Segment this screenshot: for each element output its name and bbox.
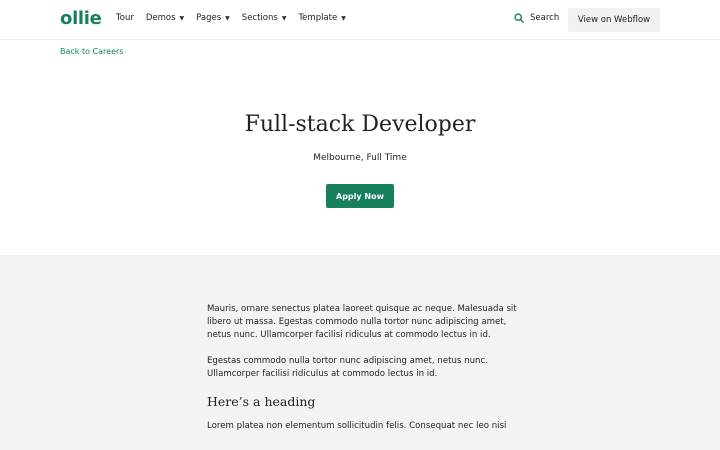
site-header: ollie Tour Demos ▼ Pages ▼ Sections ▼ Te… bbox=[0, 0, 720, 40]
section-heading: Here’s a heading bbox=[207, 394, 316, 409]
caret-down-icon: ▼ bbox=[281, 14, 287, 22]
job-description-section: Mauris, ornare senectus platea laoreet q… bbox=[0, 255, 720, 450]
job-description: Mauris, ornare senectus platea laoreet q… bbox=[207, 303, 517, 446]
apply-now-button[interactable]: Apply Now bbox=[326, 184, 394, 208]
nav-item-sections[interactable]: Sections ▼ bbox=[242, 13, 287, 23]
paragraph: Egestas commodo nulla tortor nunc adipis… bbox=[207, 356, 488, 379]
nav-item-tour[interactable]: Tour bbox=[116, 13, 134, 23]
caret-down-icon: ▼ bbox=[225, 14, 230, 22]
search-button[interactable]: Search bbox=[514, 13, 559, 23]
search-icon bbox=[514, 13, 524, 23]
nav-item-label: Template bbox=[298, 13, 338, 23]
main-nav: Tour Demos ▼ Pages ▼ Sections ▼ Template… bbox=[116, 13, 358, 23]
view-on-webflow-button[interactable]: View on Webflow bbox=[568, 8, 660, 32]
caret-down-icon: ▼ bbox=[179, 14, 185, 22]
paragraph: Lorem platea non elementum sollicitudin … bbox=[207, 421, 507, 431]
paragraph: Mauris, ornare senectus platea laoreet q… bbox=[207, 304, 517, 340]
back-to-careers-link[interactable]: Back to Careers bbox=[60, 47, 123, 56]
nav-item-label: Demos bbox=[145, 13, 176, 23]
job-location-type: Melbourne, Full Time bbox=[313, 153, 407, 163]
page-title: Full-stack Developer bbox=[244, 112, 476, 137]
nav-item-label: Tour bbox=[116, 13, 134, 23]
nav-item-demos[interactable]: Demos ▼ bbox=[146, 13, 184, 23]
caret-down-icon: ▼ bbox=[341, 14, 346, 22]
nav-item-label: Sections bbox=[241, 13, 278, 23]
search-label: Search bbox=[530, 13, 560, 23]
nav-item-template[interactable]: Template ▼ bbox=[298, 13, 345, 23]
site-logo[interactable]: ollie bbox=[60, 8, 102, 29]
nav-item-pages[interactable]: Pages ▼ bbox=[196, 13, 230, 23]
nav-item-label: Pages bbox=[196, 13, 222, 23]
